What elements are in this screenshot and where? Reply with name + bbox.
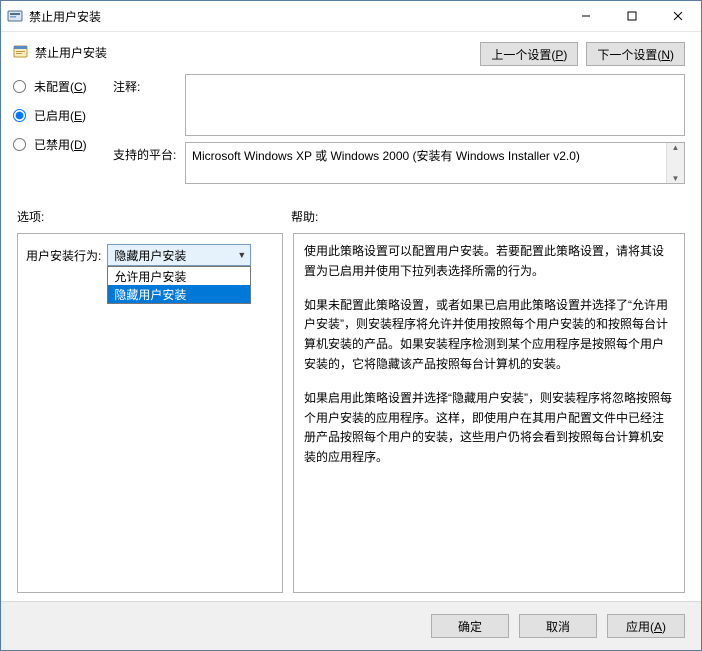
supported-platforms-text: Microsoft Windows XP 或 Windows 2000 (安装有…	[192, 147, 580, 164]
header-row: 禁止用户安装 上一个设置(P) 下一个设置(N)	[1, 32, 701, 70]
next-setting-button[interactable]: 下一个设置(N)	[586, 42, 685, 66]
radio-disabled-label: 已禁用(D)	[34, 136, 87, 153]
annotation-column: 注释: 支持的平台: Microsoft Windows XP 或 Window…	[113, 74, 685, 190]
next-setting-label: 下一个设置(N)	[597, 46, 674, 63]
comment-label: 注释:	[113, 74, 185, 95]
combo-dropdown: 允许用户安装 隐藏用户安装	[107, 266, 251, 304]
previous-setting-button[interactable]: 上一个设置(P)	[480, 42, 578, 66]
ok-button-label: 确定	[458, 618, 482, 635]
platform-row: 支持的平台: Microsoft Windows XP 或 Windows 20…	[113, 142, 685, 184]
help-paragraph-1: 使用此策略设置可以配置用户安装。若要配置此策略设置，请将其设置为已启用并使用下拉…	[304, 242, 674, 282]
maximize-button[interactable]	[609, 1, 655, 31]
radio-enabled-label: 已启用(E)	[34, 107, 86, 124]
policy-editor-window: 禁止用户安装 禁止用户安装 上一个设置(P)	[0, 0, 702, 651]
user-install-behavior-combo[interactable]: 隐藏用户安装 ▼ 允许用户安装 隐藏用户安装	[107, 244, 251, 266]
dialog-button-bar: 确定 取消 应用(A)	[1, 601, 701, 650]
titlebar: 禁止用户安装	[1, 1, 701, 32]
help-paragraph-3: 如果启用此策略设置并选择“隐藏用户安装”，则安装程序将忽略按照每个用户安装的应用…	[304, 389, 674, 468]
policy-icon	[13, 44, 29, 60]
cancel-button-label: 取消	[546, 618, 570, 635]
previous-setting-label: 上一个设置(P)	[491, 46, 567, 63]
combo-option-allow[interactable]: 允许用户安装	[108, 267, 250, 285]
window-title: 禁止用户安装	[29, 8, 563, 25]
help-section-label: 帮助:	[291, 208, 685, 225]
radio-not-configured-input[interactable]	[13, 80, 26, 93]
combo-selected-text: 隐藏用户安装	[114, 247, 186, 264]
window-controls	[563, 1, 701, 31]
nav-buttons: 上一个设置(P) 下一个设置(N)	[480, 42, 685, 66]
platform-label: 支持的平台:	[113, 142, 185, 163]
comment-textarea[interactable]	[185, 74, 685, 136]
options-section-label: 选项:	[17, 208, 291, 225]
close-button[interactable]	[655, 1, 701, 31]
apply-button[interactable]: 应用(A)	[607, 614, 685, 638]
comment-row: 注释:	[113, 74, 685, 136]
radio-disabled[interactable]: 已禁用(D)	[13, 136, 113, 153]
state-radio-group: 未配置(C) 已启用(E) 已禁用(D)	[13, 74, 113, 190]
section-labels: 选项: 帮助:	[1, 198, 701, 229]
user-install-behavior-row: 用户安装行为: 隐藏用户安装 ▼ 允许用户安装 隐藏用户安装	[26, 244, 274, 266]
combo-option-hide[interactable]: 隐藏用户安装	[108, 285, 250, 303]
config-area: 未配置(C) 已启用(E) 已禁用(D) 注释: 支持的平台: Microsof…	[1, 70, 701, 198]
user-install-behavior-label: 用户安装行为:	[26, 247, 101, 264]
apply-button-label: 应用(A)	[626, 618, 666, 635]
ok-button[interactable]: 确定	[431, 614, 509, 638]
radio-not-configured-label: 未配置(C)	[34, 78, 87, 95]
radio-not-configured[interactable]: 未配置(C)	[13, 78, 113, 95]
help-paragraph-2: 如果未配置此策略设置，或者如果已启用此策略设置并选择了“允许用户安装”，则安装程…	[304, 296, 674, 375]
scroll-up-icon: ▲	[672, 143, 680, 152]
radio-enabled[interactable]: 已启用(E)	[13, 107, 113, 124]
supported-platforms-box: Microsoft Windows XP 或 Windows 2000 (安装有…	[185, 142, 685, 184]
app-icon	[7, 8, 23, 24]
help-pane: 使用此策略设置可以配置用户安装。若要配置此策略设置，请将其设置为已启用并使用下拉…	[293, 233, 685, 593]
radio-enabled-input[interactable]	[13, 109, 26, 122]
radio-disabled-input[interactable]	[13, 138, 26, 151]
policy-title: 禁止用户安装	[35, 42, 480, 61]
chevron-down-icon: ▼	[237, 250, 246, 260]
minimize-button[interactable]	[563, 1, 609, 31]
main-body: 用户安装行为: 隐藏用户安装 ▼ 允许用户安装 隐藏用户安装 使用此策略设置可以…	[1, 229, 701, 601]
options-pane: 用户安装行为: 隐藏用户安装 ▼ 允许用户安装 隐藏用户安装	[17, 233, 283, 593]
scrollbar[interactable]: ▲ ▼	[666, 143, 684, 183]
cancel-button[interactable]: 取消	[519, 614, 597, 638]
scroll-down-icon: ▼	[672, 174, 680, 183]
